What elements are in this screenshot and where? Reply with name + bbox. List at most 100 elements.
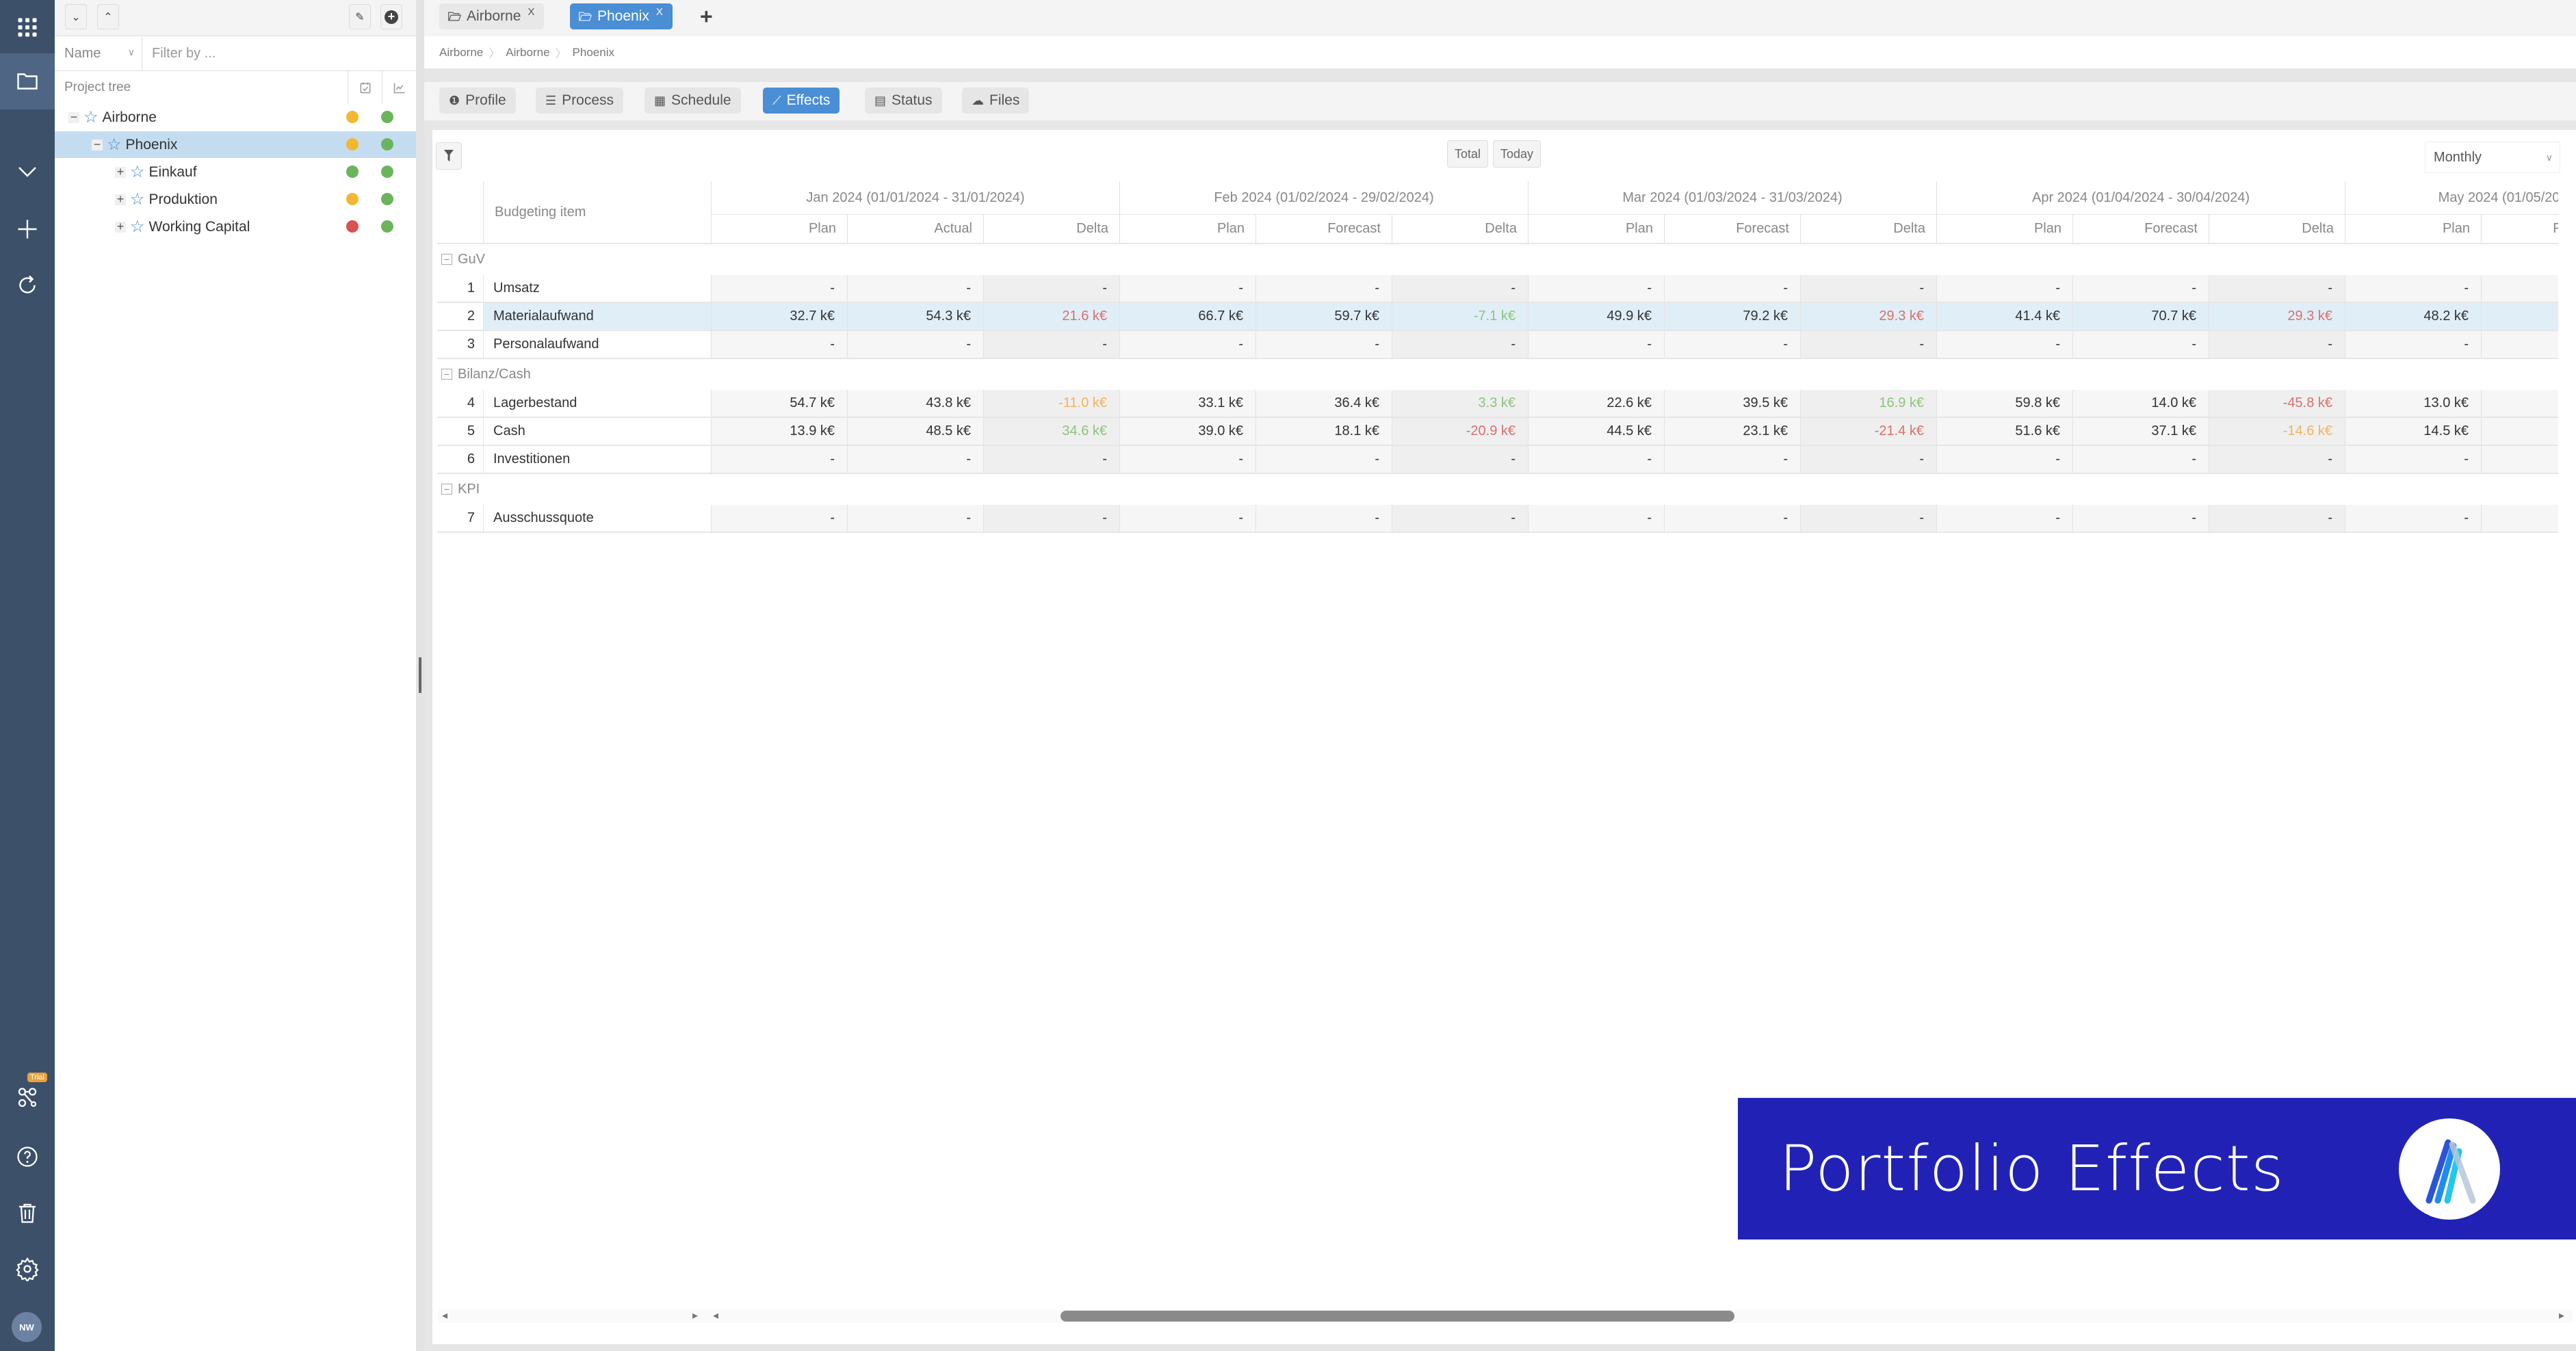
value-cell[interactable]: 14.0 k€ <box>2073 390 2209 418</box>
delta-cell[interactable]: - <box>984 446 1120 474</box>
close-tab-icon[interactable]: X <box>656 6 663 18</box>
value-cell[interactable]: - <box>2073 275 2209 303</box>
value-cell[interactable]: - <box>1937 505 2073 533</box>
tree-node[interactable]: +☆Produktion <box>55 186 416 213</box>
value-cell[interactable]: - <box>1937 446 2073 474</box>
close-tab-icon[interactable]: X <box>528 6 534 18</box>
value-cell[interactable]: 4 <box>2482 303 2558 331</box>
column-header-forecast[interactable]: Forecast <box>2482 215 2558 244</box>
collapse-group-icon[interactable]: − <box>441 484 452 495</box>
budgeting-item-label[interactable]: Personalaufwand <box>484 331 712 359</box>
value-cell[interactable] <box>2482 275 2558 303</box>
favorite-star-icon[interactable]: ☆ <box>130 162 145 182</box>
column-header-plan[interactable]: Plan <box>1528 215 1665 244</box>
value-cell[interactable]: 13.9 k€ <box>712 418 848 446</box>
tab-files[interactable]: ☁Files <box>962 88 1029 114</box>
tree-node[interactable]: +☆Einkauf <box>55 159 416 185</box>
value-cell[interactable]: - <box>1528 331 1665 359</box>
value-cell[interactable]: - <box>2073 331 2209 359</box>
settings-button[interactable] <box>0 1242 55 1296</box>
favorite-star-icon[interactable]: ☆ <box>130 217 145 237</box>
value-cell[interactable]: 5 <box>2482 418 2558 446</box>
value-cell[interactable]: 79.2 k€ <box>1665 303 1801 331</box>
delta-cell[interactable]: -21.4 k€ <box>1801 418 1937 446</box>
value-cell[interactable]: - <box>2345 446 2482 474</box>
value-cell[interactable]: 4 <box>2482 390 2558 418</box>
column-header-delta[interactable]: Delta <box>1392 215 1528 244</box>
tab-effects[interactable]: ⟋Effects <box>763 88 840 114</box>
breadcrumb-item[interactable]: Airborne <box>506 46 549 60</box>
delta-cell[interactable]: - <box>1801 446 1937 474</box>
delta-cell[interactable]: 29.3 k€ <box>2209 303 2345 331</box>
tree-node[interactable]: −☆Airborne <box>55 104 416 131</box>
favorite-star-icon[interactable]: ☆ <box>107 135 122 155</box>
value-cell[interactable]: - <box>1665 331 1801 359</box>
collapse-node-icon[interactable]: − <box>92 140 103 150</box>
column-header-plan[interactable]: Plan <box>712 215 848 244</box>
delta-cell[interactable]: - <box>1392 331 1528 359</box>
tab-process[interactable]: ☰Process <box>536 88 623 114</box>
value-cell[interactable]: - <box>712 505 848 533</box>
value-cell[interactable]: 36.4 k€ <box>1256 390 1392 418</box>
scrollbar-thumb[interactable] <box>1061 1311 1734 1322</box>
value-cell[interactable]: - <box>1665 505 1801 533</box>
value-cell[interactable]: - <box>2073 446 2209 474</box>
expand-all-button[interactable]: ⌄ <box>65 4 87 29</box>
delta-cell[interactable]: -11.0 k€ <box>984 390 1120 418</box>
column-header-plan[interactable]: Plan <box>2345 215 2482 244</box>
value-cell[interactable]: 22.6 k€ <box>1528 390 1665 418</box>
horizontal-scrollbar[interactable]: ◂ ▸ ◂ ▸ <box>438 1305 2573 1326</box>
period-select[interactable]: Monthly ∨ <box>2425 142 2560 173</box>
tab-profile[interactable]: ❶Profile <box>439 88 516 114</box>
column-header-actual[interactable]: Actual <box>848 215 984 244</box>
value-cell[interactable]: 66.7 k€ <box>1120 303 1256 331</box>
value-cell[interactable]: - <box>1256 331 1392 359</box>
value-cell[interactable]: - <box>1528 505 1665 533</box>
delta-cell[interactable]: 21.6 k€ <box>984 303 1120 331</box>
add-button[interactable] <box>0 202 55 257</box>
column-header-delta[interactable]: Delta <box>2209 215 2345 244</box>
help-button[interactable] <box>0 1129 55 1184</box>
value-cell[interactable]: 13.0 k€ <box>2345 390 2482 418</box>
delta-cell[interactable]: 3.3 k€ <box>1392 390 1528 418</box>
value-cell[interactable]: 39.5 k€ <box>1665 390 1801 418</box>
budgeting-item-label[interactable]: Investitionen <box>484 446 712 474</box>
scroll-left-arrow-icon[interactable]: ◂ <box>442 1309 447 1322</box>
value-cell[interactable]: - <box>1665 275 1801 303</box>
breadcrumb-item[interactable]: Phoenix <box>573 46 614 60</box>
delta-cell[interactable]: - <box>1392 505 1528 533</box>
tab-phoenix[interactable]: Phoenix X <box>570 3 673 29</box>
refresh-button[interactable] <box>0 258 55 313</box>
value-cell[interactable]: 43.8 k€ <box>848 390 984 418</box>
value-cell[interactable]: - <box>2345 331 2482 359</box>
column-header-forecast[interactable]: Forecast <box>1665 215 1801 244</box>
value-cell[interactable]: 44.5 k€ <box>1528 418 1665 446</box>
value-cell[interactable]: 59.8 k€ <box>1937 390 2073 418</box>
projects-button[interactable] <box>0 53 55 109</box>
value-cell[interactable]: - <box>1120 275 1256 303</box>
budgeting-item-label[interactable]: Cash <box>484 418 712 446</box>
delta-cell[interactable]: 29.3 k€ <box>1801 303 1937 331</box>
budgeting-item-label[interactable]: Materialaufwand <box>484 303 712 331</box>
column-header-forecast[interactable]: Forecast <box>1256 215 1392 244</box>
column-header-delta[interactable]: Delta <box>984 215 1120 244</box>
budgeting-item-label[interactable]: Umsatz <box>484 275 712 303</box>
delta-cell[interactable]: -20.9 k€ <box>1392 418 1528 446</box>
panel-splitter[interactable] <box>416 0 424 1351</box>
effects-status-column[interactable] <box>382 71 416 104</box>
expand-node-icon[interactable]: + <box>115 222 126 233</box>
value-cell[interactable]: 48.5 k€ <box>848 418 984 446</box>
value-cell[interactable]: 39.0 k€ <box>1120 418 1256 446</box>
value-cell[interactable] <box>2482 446 2558 474</box>
value-cell[interactable]: - <box>1665 446 1801 474</box>
tree-filter-input[interactable] <box>142 37 416 70</box>
value-cell[interactable]: 54.3 k€ <box>848 303 984 331</box>
magic-wand-button[interactable]: ✎ <box>349 4 371 29</box>
tree-node[interactable]: +☆Working Capital <box>55 213 416 240</box>
collapse-all-button[interactable]: ⌃ <box>97 4 119 29</box>
value-cell[interactable]: 33.1 k€ <box>1120 390 1256 418</box>
delta-cell[interactable]: 16.9 k€ <box>1801 390 1937 418</box>
value-cell[interactable]: - <box>848 505 984 533</box>
value-cell[interactable]: - <box>1120 331 1256 359</box>
tab-airborne[interactable]: Airborne X <box>439 3 544 29</box>
